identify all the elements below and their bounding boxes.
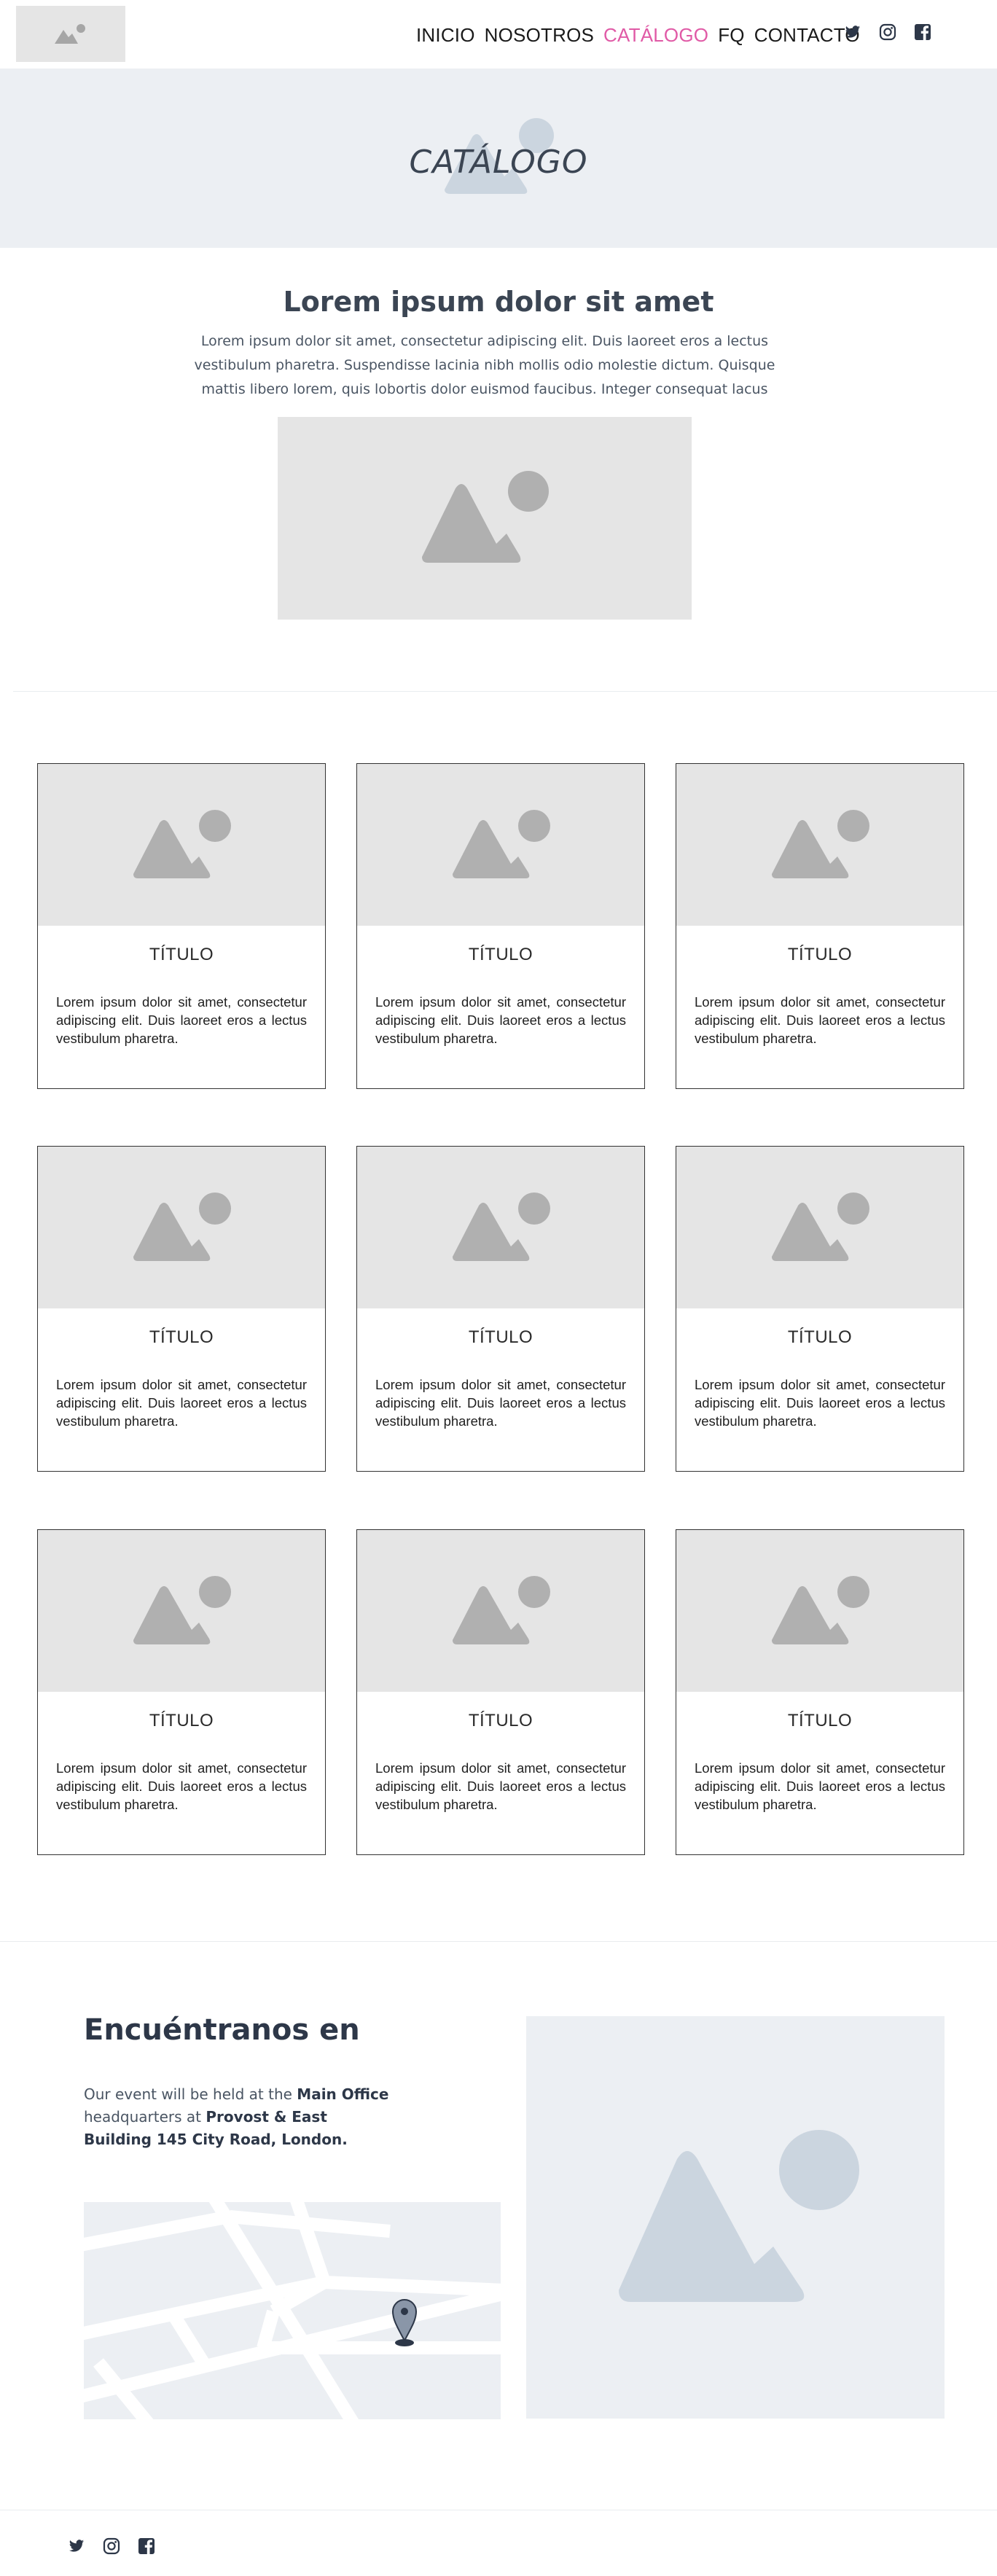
card-text: Lorem ipsum dolor sit amet, consectetur … bbox=[695, 1760, 945, 1812]
intro-image bbox=[278, 417, 692, 620]
intro-text: Lorem ipsum dolor sit amet, consectetur … bbox=[194, 333, 775, 397]
card-title: TÍTULO bbox=[149, 1711, 214, 1730]
twitter-icon[interactable] bbox=[843, 23, 862, 42]
card-title: TÍTULO bbox=[787, 1711, 853, 1730]
find-us-text-middle: headquarters at bbox=[84, 2108, 206, 2126]
catalog-card[interactable]: TÍTULO Lorem ipsum dolor sit amet, consec… bbox=[676, 1146, 964, 1472]
card-title: TÍTULO bbox=[468, 1327, 533, 1347]
page-title: CATÁLOGO bbox=[409, 144, 588, 181]
instagram-icon[interactable] bbox=[102, 2537, 121, 2556]
card-text: Lorem ipsum dolor sit amet, consectetur … bbox=[695, 1377, 945, 1429]
nav-item-inicio[interactable]: INICIO bbox=[416, 24, 475, 47]
find-us-text-prefix: Our event will be held at the bbox=[84, 2085, 297, 2103]
catalog-card[interactable]: TÍTULO Lorem ipsum dolor sit amet, consec… bbox=[356, 1529, 645, 1855]
section-divider bbox=[0, 1941, 997, 1942]
card-title: TÍTULO bbox=[149, 945, 214, 964]
image-placeholder-icon bbox=[133, 1193, 231, 1261]
site-header: INICIO NOSOTROS CATÁLOGO FQ CONTACTO bbox=[0, 0, 997, 69]
main-nav: INICIO NOSOTROS CATÁLOGO FQ CONTACTO bbox=[416, 24, 869, 47]
card-image bbox=[38, 1147, 325, 1308]
image-placeholder-icon bbox=[133, 810, 231, 878]
card-title: TÍTULO bbox=[787, 1327, 853, 1347]
card-title: TÍTULO bbox=[149, 1327, 214, 1347]
card-title: TÍTULO bbox=[468, 1711, 533, 1730]
image-placeholder-icon bbox=[453, 1576, 550, 1644]
image-placeholder-icon bbox=[772, 1576, 869, 1644]
image-placeholder-icon bbox=[772, 810, 869, 878]
image-placeholder-icon bbox=[453, 810, 550, 878]
find-us-text: Our event will be held at the Main Offic… bbox=[84, 2083, 390, 2151]
location-image bbox=[526, 2016, 945, 2419]
nav-item-nosotros[interactable]: NOSOTROS bbox=[485, 24, 594, 47]
map-streets bbox=[84, 2202, 501, 2419]
card-image bbox=[38, 1530, 325, 1692]
card-text: Lorem ipsum dolor sit amet, consectetur … bbox=[56, 1377, 307, 1429]
logo[interactable] bbox=[16, 6, 125, 62]
card-text: Lorem ipsum dolor sit amet, consectetur … bbox=[56, 1760, 307, 1812]
nav-item-fq[interactable]: FQ bbox=[718, 24, 745, 47]
card-image bbox=[676, 764, 963, 926]
image-placeholder-icon bbox=[133, 1576, 231, 1644]
twitter-icon[interactable] bbox=[67, 2537, 86, 2556]
card-image bbox=[357, 1147, 644, 1308]
location-map[interactable] bbox=[84, 2202, 501, 2419]
card-title: TÍTULO bbox=[787, 945, 853, 964]
footer-social-links bbox=[67, 2537, 156, 2556]
facebook-icon[interactable] bbox=[137, 2537, 156, 2556]
header-social-links bbox=[843, 23, 932, 42]
image-placeholder-icon bbox=[422, 471, 549, 563]
office-name: Main Office bbox=[297, 2085, 389, 2103]
image-placeholder-icon bbox=[453, 1193, 550, 1261]
image-placeholder-icon bbox=[772, 1193, 869, 1261]
catalog-card[interactable]: TÍTULO Lorem ipsum dolor sit amet, consec… bbox=[676, 1529, 964, 1855]
card-image bbox=[357, 764, 644, 926]
card-image bbox=[676, 1147, 963, 1308]
catalog-card[interactable]: TÍTULO Lorem ipsum dolor sit amet, consec… bbox=[37, 763, 326, 1089]
section-divider bbox=[13, 691, 997, 692]
card-text: Lorem ipsum dolor sit amet, consectetur … bbox=[695, 994, 945, 1046]
instagram-icon[interactable] bbox=[878, 23, 897, 42]
catalog-card[interactable]: TÍTULO Lorem ipsum dolor sit amet, consec… bbox=[37, 1529, 326, 1855]
image-placeholder-icon bbox=[619, 2130, 859, 2302]
card-text: Lorem ipsum dolor sit amet, consectetur … bbox=[56, 994, 307, 1046]
facebook-icon[interactable] bbox=[913, 23, 932, 42]
find-us-title: Encuéntranos en bbox=[84, 2013, 360, 2047]
catalog-card[interactable]: TÍTULO Lorem ipsum dolor sit amet, consec… bbox=[676, 763, 964, 1089]
card-text: Lorem ipsum dolor sit amet, consectetur … bbox=[375, 1760, 626, 1812]
nav-item-catalogo[interactable]: CATÁLOGO bbox=[603, 24, 708, 47]
card-image bbox=[676, 1530, 963, 1692]
card-image bbox=[38, 764, 325, 926]
hero-banner: CATÁLOGO bbox=[0, 69, 997, 248]
intro-title: Lorem ipsum dolor sit amet bbox=[283, 286, 714, 318]
card-image bbox=[357, 1530, 644, 1692]
catalog-card[interactable]: TÍTULO Lorem ipsum dolor sit amet, consec… bbox=[37, 1146, 326, 1472]
catalog-card[interactable]: TÍTULO Lorem ipsum dolor sit amet, consec… bbox=[356, 1146, 645, 1472]
catalog-card[interactable]: TÍTULO Lorem ipsum dolor sit amet, consec… bbox=[356, 763, 645, 1089]
card-text: Lorem ipsum dolor sit amet, consectetur … bbox=[375, 1377, 626, 1429]
card-text: Lorem ipsum dolor sit amet, consectetur … bbox=[375, 994, 626, 1046]
card-title: TÍTULO bbox=[468, 945, 533, 964]
image-placeholder-icon bbox=[55, 23, 85, 44]
